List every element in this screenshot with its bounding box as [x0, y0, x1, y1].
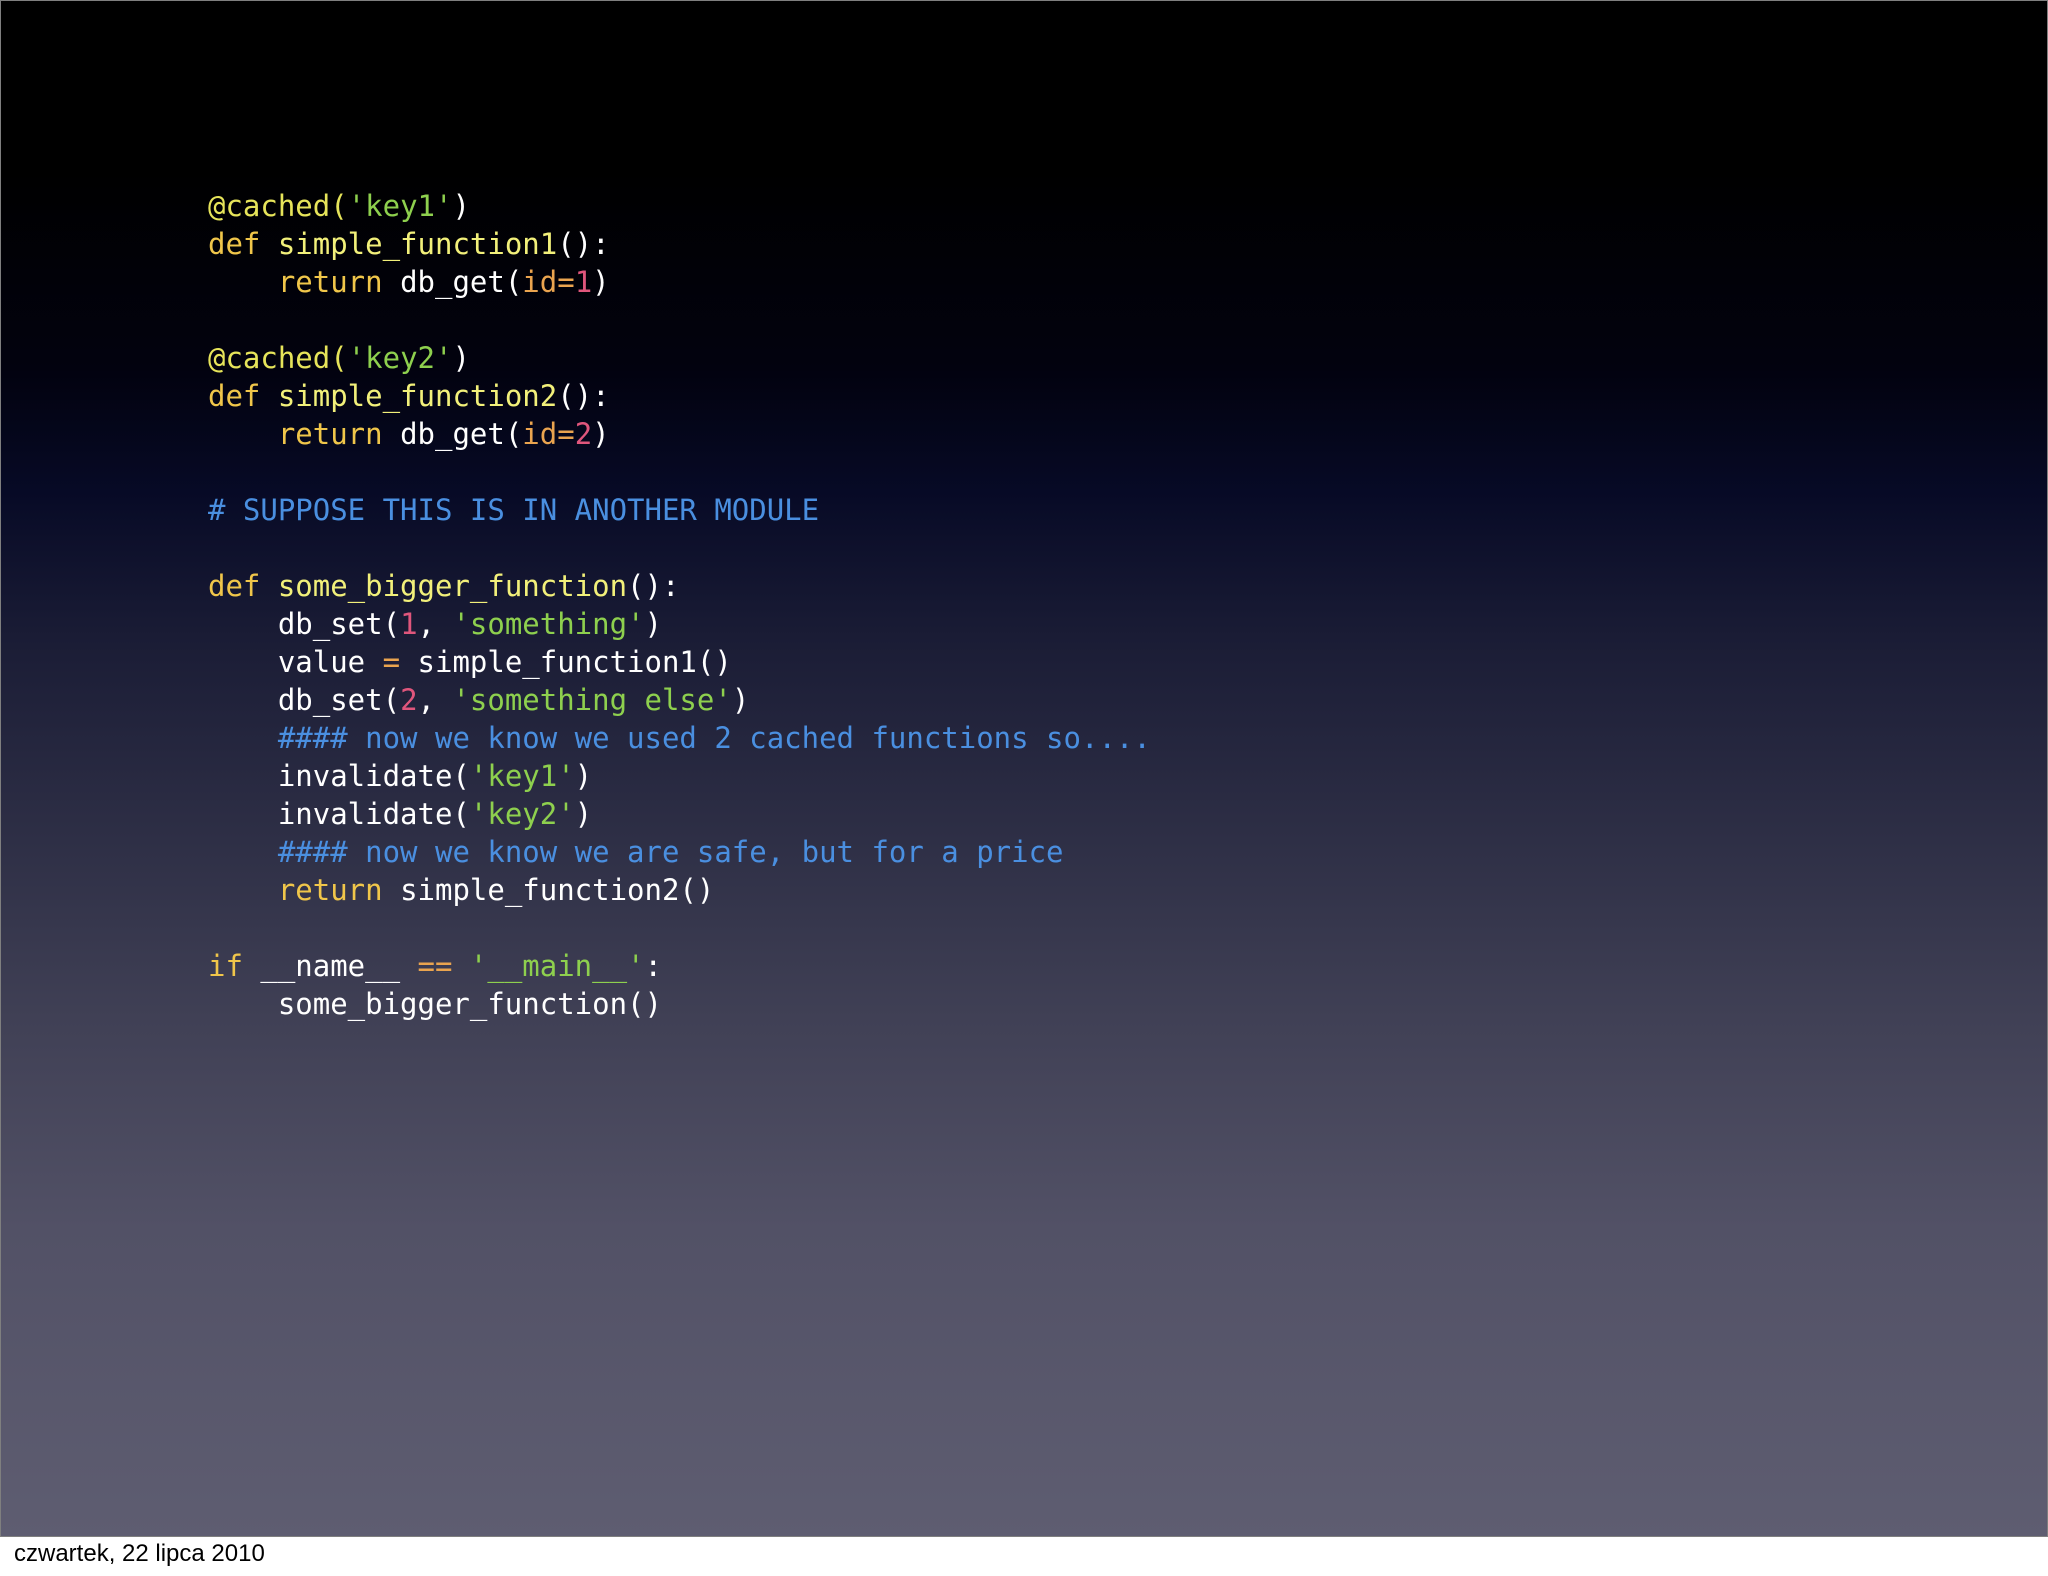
code-token-plain: db_get(	[382, 417, 523, 451]
code-line: if __name__ == '__main__':	[208, 947, 1151, 985]
code-token-string: 'key2'	[469, 797, 575, 831]
code-token-plain: ():	[557, 227, 610, 261]
code-token-comment: # SUPPOSE THIS IS IN ANOTHER MODULE	[208, 493, 820, 527]
code-line: #### now we know we are safe, but for a …	[208, 833, 1151, 871]
code-token-keyword: def	[208, 227, 278, 261]
code-token-plain: )	[452, 341, 470, 375]
code-token-keyword: return	[277, 417, 383, 451]
code-token-plain: db_get(	[382, 265, 523, 299]
code-token-number: 2	[574, 417, 593, 451]
code-token-funcdef: some_bigger_function	[277, 569, 628, 603]
code-token-keyword: return	[277, 265, 383, 299]
code-token-plain: simple_function2()	[382, 873, 715, 907]
code-token-plain: __name__	[242, 949, 418, 983]
code-token-plain: db_set(	[208, 607, 401, 641]
code-token-operator: ==	[417, 949, 453, 983]
code-token-comment: #### now we know we are safe, but for a …	[277, 835, 1064, 869]
code-token-plain: )	[731, 683, 750, 717]
code-token-keyword: def	[208, 569, 278, 603]
footer-date: czwartek, 22 lipca 2010	[14, 1540, 265, 1567]
code-token-keyword: def	[208, 379, 278, 413]
code-token-number: 2	[400, 683, 418, 717]
code-token-plain: invalidate(	[208, 759, 470, 793]
code-token-plain: )	[574, 797, 593, 831]
code-token-plain: ():	[557, 379, 610, 413]
code-token-decorator: @cached(	[208, 189, 348, 223]
code-line: return db_get(id=2)	[208, 415, 1151, 453]
code-token-comment: #### now we know we used 2 cached functi…	[277, 721, 1151, 755]
code-token-plain: simple_function1()	[400, 645, 732, 679]
code-token-plain: db_set(	[208, 683, 401, 717]
code-token-string: 'key1'	[469, 759, 575, 793]
code-line: # SUPPOSE THIS IS IN ANOTHER MODULE	[208, 491, 1151, 529]
code-line: #### now we know we used 2 cached functi…	[208, 719, 1151, 757]
code-line: some_bigger_function()	[208, 985, 1151, 1023]
code-token-plain: some_bigger_function()	[208, 987, 662, 1021]
code-token-number: 1	[400, 607, 418, 641]
code-token-string: 'something else'	[452, 683, 732, 717]
code-token-number: 1	[574, 265, 593, 299]
code-line: def some_bigger_function():	[208, 567, 1151, 605]
code-token-keyword: if	[208, 949, 243, 983]
code-token-plain: )	[644, 607, 662, 641]
code-block: @cached('key1') def simple_function1(): r…	[208, 187, 1151, 1023]
code-token-plain: ():	[627, 569, 680, 603]
code-token-string: 'key2'	[347, 341, 453, 375]
code-token-plain: value	[208, 645, 383, 679]
code-token-plain: ,	[417, 607, 453, 641]
code-line: db_set(2, 'something else')	[208, 681, 1151, 719]
code-token-plain: )	[452, 189, 470, 223]
code-line: invalidate('key2')	[208, 795, 1151, 833]
code-token-param: id=	[522, 265, 575, 299]
code-token-plain: ,	[417, 683, 453, 717]
code-token-plain: )	[574, 759, 593, 793]
code-token-string: 'key1'	[347, 189, 453, 223]
code-token-string: 'something'	[452, 607, 645, 641]
code-token-decorator: @cached(	[208, 341, 348, 375]
code-line: def simple_function1():	[208, 225, 1151, 263]
code-token-keyword: return	[277, 873, 383, 907]
code-token-funcdef: simple_function2	[277, 379, 558, 413]
code-token-operator: =	[382, 645, 401, 679]
code-line: return simple_function2()	[208, 871, 1151, 909]
code-line: invalidate('key1')	[208, 757, 1151, 795]
code-line: value = simple_function1()	[208, 643, 1151, 681]
code-line: return db_get(id=1)	[208, 263, 1151, 301]
slide: @cached('key1') def simple_function1(): r…	[0, 0, 2048, 1537]
code-line: db_set(1, 'something')	[208, 605, 1151, 643]
code-token-plain: )	[592, 265, 610, 299]
code-token-plain: :	[644, 949, 662, 983]
code-line: @cached('key1')	[208, 187, 1151, 225]
code-token-param: id=	[522, 417, 575, 451]
code-line: @cached('key2')	[208, 339, 1151, 377]
code-token-plain: invalidate(	[208, 797, 470, 831]
code-token-plain: )	[592, 417, 610, 451]
code-line: def simple_function2():	[208, 377, 1151, 415]
code-token-funcdef: simple_function1	[277, 227, 558, 261]
code-token-string: '__main__'	[469, 949, 645, 983]
